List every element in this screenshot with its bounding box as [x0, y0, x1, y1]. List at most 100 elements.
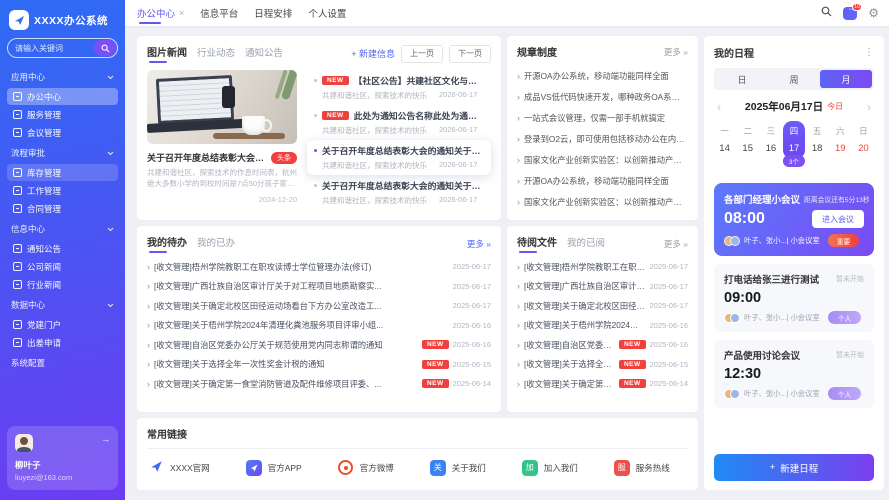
- sidebar-item-meeting-mgmt[interactable]: 会议管理: [7, 124, 118, 141]
- list-item[interactable]: NEW 【社区公告】共建社区文化与生态，一起齐 共建和谐社区，探索技术的快乐20…: [307, 70, 491, 105]
- calendar-day[interactable]: 三16: [760, 121, 781, 159]
- sidebar-section-system-config[interactable]: 系统配置: [7, 352, 118, 373]
- event-card[interactable]: 产品使用讨论会议 暂未开始 12:30 叶子、张小...| 小会议室 个人: [714, 340, 874, 408]
- tab-schedule[interactable]: 日程安排: [254, 0, 292, 26]
- tab-notice-announcement[interactable]: 通知公告: [245, 45, 283, 63]
- sidebar-item-contract-mgmt[interactable]: 合同管理: [7, 200, 118, 217]
- search-icon[interactable]: [821, 4, 832, 22]
- list-item[interactable]: ›开源OA办公系统，移动端功能同样全面: [517, 170, 688, 191]
- tab-files-read[interactable]: 我的已阅: [567, 235, 605, 253]
- view-week-button[interactable]: 周: [768, 70, 820, 88]
- sidebar-search-button[interactable]: [94, 40, 116, 56]
- sidebar-item-notice[interactable]: 通知公告: [7, 240, 118, 257]
- sidebar-item-industry-news[interactable]: 行业新闻: [7, 276, 118, 293]
- view-day-button[interactable]: 日: [716, 70, 768, 88]
- view-switcher: 日 周 月: [714, 68, 874, 90]
- sidebar-item-company-news[interactable]: 公司新闻: [7, 258, 118, 275]
- next-date-icon[interactable]: ›: [864, 100, 874, 114]
- list-item[interactable]: ›开源OA办公系统，移动端功能同样全面: [517, 65, 688, 86]
- sidebar-section-process-approval[interactable]: 流程审批: [7, 142, 118, 163]
- table-row[interactable]: ›[收文管理]关于确定第一食堂消防管道及配件维修项目评委、...NEW2025-…: [147, 374, 491, 394]
- list-item[interactable]: ›国家文化产业创新实验区：以创新推动产业发展: [517, 149, 688, 170]
- event-card[interactable]: 打电话给张三进行测试 暂未开始 09:00 叶子、张小...| 小会议室 个人: [714, 264, 874, 332]
- more-vertical-icon[interactable]: ⋮: [864, 47, 874, 58]
- user-card[interactable]: → 柳叶子 liuyezi@163.com: [7, 426, 118, 490]
- message-icon[interactable]: 10: [843, 7, 857, 20]
- sidebar-item-service-mgmt[interactable]: 服务管理: [7, 106, 118, 123]
- list-item-highlighted[interactable]: 关于召开年度总结表彰大会的通知关于召开年度总结 共建和谐社区，探索技术的快乐20…: [307, 140, 491, 175]
- meeting-icon: [13, 128, 22, 137]
- calendar-day[interactable]: 五18: [807, 121, 828, 159]
- table-row[interactable]: ›[收文管理]自治区党委办公厅关于规范使用党内同志称谓的通知NEW2025-06…: [517, 335, 688, 355]
- table-row[interactable]: ›[收文管理]梧州学院教职工在职攻读博士学位管理办法(修订)2025-06-17: [517, 257, 688, 277]
- link-official-app[interactable]: 官方APP: [246, 460, 302, 476]
- link-about-us[interactable]: 关 关于我们: [430, 460, 486, 476]
- list-item[interactable]: ›一站式会议管理，仅需一部手机就搞定: [517, 107, 688, 128]
- sidebar-section-data-center[interactable]: 数据中心: [7, 294, 118, 315]
- link-join-us[interactable]: 加 加入我们: [522, 460, 578, 476]
- contract-icon: [13, 204, 22, 213]
- table-row[interactable]: ›[收文管理]关于选择全年一次性奖金计税的通知NEW2025-06-15: [517, 355, 688, 375]
- join-meeting-button[interactable]: 进入会议: [812, 210, 864, 228]
- table-row[interactable]: ›[收文管理]梧州学院教职工在职攻读博士学位管理办法(修订)2025-06-17: [147, 257, 491, 277]
- prev-date-icon[interactable]: ‹: [714, 100, 724, 114]
- table-row[interactable]: ›[收文管理]关于确定北校区田径运动场看台下方办公室改造工...2025-06-…: [147, 296, 491, 316]
- prev-page-button[interactable]: 上一页: [401, 45, 443, 63]
- news-panel: 图片新闻 行业动态 通知公告 + 新建信息 上一页 下一页: [137, 36, 501, 220]
- sidebar-item-inventory-mgmt[interactable]: 库存管理: [7, 164, 118, 181]
- gear-icon[interactable]: ⚙: [868, 7, 879, 19]
- sidebar-item-travel-request[interactable]: 出差申请: [7, 334, 118, 351]
- today-link[interactable]: 今日: [827, 101, 843, 112]
- list-item[interactable]: 关于召开年度总结表彰大会的通知关于召开年度总 共建和谐社区，探索技术的快乐202…: [307, 175, 491, 210]
- sidebar-section-app-center[interactable]: 应用中心: [7, 66, 118, 87]
- view-month-button[interactable]: 月: [820, 70, 872, 88]
- tab-personal-settings[interactable]: 个人设置: [308, 0, 346, 26]
- meeting-card[interactable]: 各部门经理小会议 距离会议还有5分13秒 08:00 进入会议 叶子、张小...…: [714, 183, 874, 256]
- featured-news-card[interactable]: 关于召开年度总结表彰大会的通知 头条 共建和谐社区，探索技术的作息时间表，杭州绝…: [147, 70, 297, 210]
- chevron-right-icon: ›: [147, 281, 150, 291]
- link-service-hotline[interactable]: 服 服务热线: [614, 460, 670, 476]
- list-item[interactable]: ›国家文化产业创新实验区：以创新推动产业发展: [517, 191, 688, 212]
- calendar-day[interactable]: 日20: [853, 121, 874, 159]
- tab-industry-trends[interactable]: 行业动态: [197, 45, 235, 63]
- new-info-button[interactable]: + 新建信息: [351, 47, 395, 60]
- more-link[interactable]: 更多 »: [467, 238, 491, 250]
- list-item[interactable]: NEW 此处为通知公告名称此处为通知公告名称 共建和谐社区，探索技术的快乐202…: [307, 105, 491, 140]
- list-item[interactable]: ›登录到O2云，即可使用包括移动办公在内的所有功能!: [517, 128, 688, 149]
- table-row[interactable]: ›[收文管理]自治区党委办公厅关于规范使用党内同志称谓的通知NEW2025-06…: [147, 335, 491, 355]
- sidebar-section-info-center[interactable]: 信息中心: [7, 218, 118, 239]
- sidebar-item-office-center[interactable]: 办公中心: [7, 88, 118, 105]
- table-row[interactable]: ›[收文管理]广西壮族自治区审计厅关于对工程项目地质勘察实...2025-06-…: [147, 277, 491, 297]
- files-panel: 待阅文件 我的已阅 更多 » ›[收文管理]梧州学院教职工在职攻读博士学位管理办…: [507, 226, 698, 412]
- arrow-right-icon[interactable]: →: [101, 434, 110, 444]
- featured-title[interactable]: 关于召开年度总结表彰大会的通知: [147, 151, 266, 164]
- new-schedule-button[interactable]: + 新建日程: [714, 454, 874, 481]
- more-link[interactable]: 更多 »: [664, 46, 688, 58]
- link-official-site[interactable]: XXXX官网: [149, 459, 210, 476]
- table-row[interactable]: ›[收文管理]关于确定第一食堂消防管道及配件维修项目评委、...NEW2025-…: [517, 374, 688, 394]
- next-page-button[interactable]: 下一页: [449, 45, 491, 63]
- sidebar-item-party-portal[interactable]: 党建门户: [7, 316, 118, 333]
- table-row[interactable]: ›[收文管理]关于梧州学院2024年清理化粪池服务项目评审小组...2025-0…: [147, 316, 491, 336]
- sidebar-search-input[interactable]: [9, 44, 94, 53]
- tab-files-to-read[interactable]: 待阅文件: [517, 234, 557, 253]
- calendar-day[interactable]: 一14: [714, 121, 735, 159]
- new-badge: NEW: [322, 76, 349, 85]
- tab-picture-news[interactable]: 图片新闻: [147, 44, 187, 63]
- calendar-day[interactable]: 六19: [830, 121, 851, 159]
- table-row[interactable]: ›[收文管理]关于梧州学院2024年清理化粪池服务项目评审小组...2025-0…: [517, 316, 688, 336]
- list-item[interactable]: ›成品VS低代码快速开发，哪种政务OA系统更好呢？: [517, 86, 688, 107]
- tab-my-done[interactable]: 我的已办: [197, 235, 235, 253]
- calendar-day[interactable]: 二15: [737, 121, 758, 159]
- link-official-weibo[interactable]: 官方微博: [338, 460, 394, 476]
- table-row[interactable]: ›[收文管理]关于选择全年一次性奖金计税的通知NEW2025-06-15: [147, 355, 491, 375]
- table-row[interactable]: ›[收文管理]关于确定北校区田径运动场看台下方办公室改造工...2025-06-…: [517, 296, 688, 316]
- close-icon[interactable]: ×: [179, 8, 184, 18]
- tab-info-platform[interactable]: 信息平台: [200, 0, 238, 26]
- more-link[interactable]: 更多 »: [664, 238, 688, 250]
- tab-my-todo[interactable]: 我的待办: [147, 234, 187, 253]
- sidebar-item-work-mgmt[interactable]: 工作管理: [7, 182, 118, 199]
- tab-office-center[interactable]: 办公中心 ×: [137, 0, 184, 26]
- table-row[interactable]: ›[收文管理]广西壮族自治区审计厅关于对工程项目地质勘察实...2025-06-…: [517, 277, 688, 297]
- calendar-day-selected[interactable]: 四 17 3个: [783, 121, 804, 159]
